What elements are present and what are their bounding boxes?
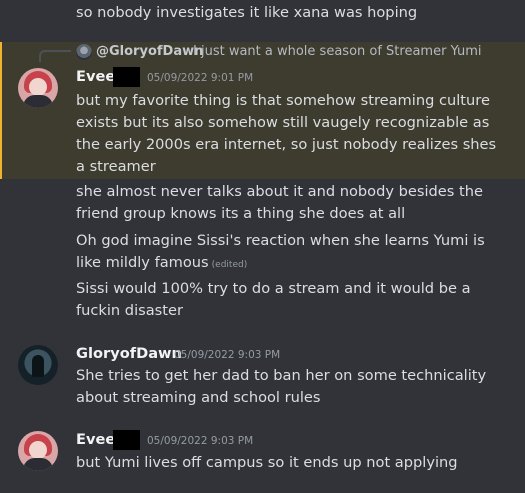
message-line-text: like mildly famous	[76, 254, 209, 271]
message-line: she almost never talks about it and nobo…	[76, 183, 483, 200]
message-author[interactable]: Evee	[76, 430, 115, 450]
reply-avatar[interactable]	[76, 44, 92, 60]
message-timestamp: 05/09/2022 9:01 PM	[147, 72, 254, 84]
redacted-block	[113, 67, 140, 87]
chat-message-list: so nobody investigates it like xana was …	[0, 0, 525, 493]
message-line: but my favorite thing is that somehow st…	[76, 92, 490, 109]
message-author[interactable]: Evee	[76, 67, 115, 87]
message-timestamp: 05/09/2022 9:03 PM	[174, 349, 281, 361]
message-line: fuckin disaster	[76, 302, 183, 319]
message-line: a streamer	[76, 158, 156, 175]
avatar[interactable]	[18, 431, 58, 471]
reply-preview-text[interactable]: I just want a whole season of Streamer Y…	[193, 43, 482, 61]
reply-spine-icon	[39, 50, 71, 62]
message-line: but Yumi lives off campus so it ends up …	[76, 454, 458, 471]
mention-highlight-bar	[0, 42, 2, 179]
message-line: the early 2000s era internet, so just no…	[76, 136, 497, 153]
message-line: so nobody investigates it like xana was …	[76, 4, 418, 21]
message-line: Oh god imagine Sissi's reaction when she…	[76, 232, 485, 249]
reply-author[interactable]: @GloryofDawn	[96, 43, 203, 61]
redacted-block	[113, 430, 140, 450]
message-line: about streaming and school rules	[76, 389, 321, 406]
message-line: Sissi would 100% try to do a stream and …	[76, 280, 471, 297]
message-timestamp: 05/09/2022 9:03 PM	[147, 435, 254, 447]
avatar[interactable]	[18, 345, 58, 385]
message-author[interactable]: GloryofDawn	[76, 344, 182, 364]
message-line: She tries to get her dad to ban her on s…	[76, 367, 487, 384]
edited-tag: (edited)	[211, 260, 248, 270]
message-line-edited: like mildly famous (edited)	[76, 252, 247, 276]
message-line: exists but its also somehow still vaugel…	[76, 114, 490, 131]
message-line: friend group knows its a thing she does …	[76, 205, 406, 222]
avatar[interactable]	[18, 68, 58, 108]
